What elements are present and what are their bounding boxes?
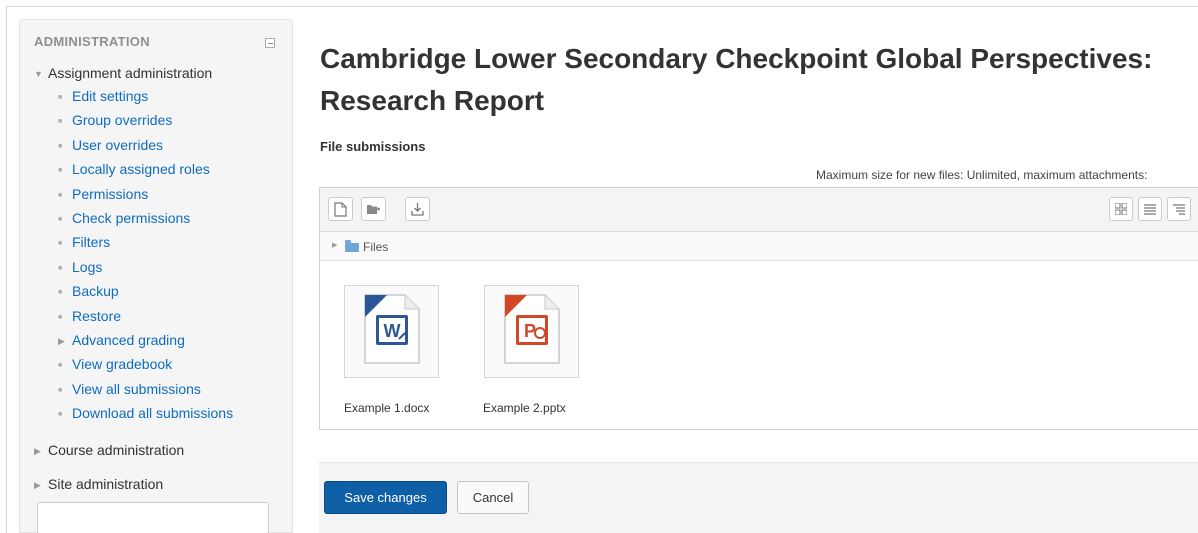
bullet-icon: ■: [58, 167, 63, 175]
sidebar-item-group-overrides[interactable]: ■ Group overrides: [58, 112, 233, 136]
svg-text:P: P: [524, 321, 536, 341]
sidebar-item-label: View all submissions: [72, 380, 201, 397]
bullet-icon: ■: [58, 118, 63, 126]
sidebar-item-check-permissions[interactable]: ■ Check permissions: [58, 210, 233, 234]
sidebar-item-locally-assigned-roles[interactable]: ■ Locally assigned roles: [58, 161, 233, 185]
bullet-icon: ■: [58, 264, 63, 272]
administration-block: ADMINISTRATION ▼ Assignment administratio…: [19, 19, 293, 533]
file-manager: ▶ Files W Example 1.docx P Example 2.ppt…: [319, 187, 1198, 430]
sidebar-item-view-gradebook[interactable]: ■ View gradebook: [58, 356, 233, 380]
collapsed-arrow-icon: ▶: [34, 446, 41, 456]
sidebar-item-backup[interactable]: ■ Backup: [58, 283, 233, 307]
tree-node-assignment-admin[interactable]: ▼ Assignment administration: [34, 65, 212, 81]
sidebar-item-label: Permissions: [72, 185, 149, 202]
sidebar-item-label: Check permissions: [72, 209, 191, 226]
tree-node-label: Course administration: [48, 442, 185, 458]
file-manager-toolbar: [320, 188, 1198, 232]
save-changes-button[interactable]: Save changes: [324, 481, 447, 514]
bullet-icon: ■: [58, 313, 63, 321]
folder-path-bar: ▶ Files: [320, 232, 1198, 261]
sidebar-item-permissions[interactable]: ■ Permissions: [58, 186, 233, 210]
sidebar-item-download-all-submissions[interactable]: ■ Download all submissions: [58, 405, 233, 429]
bullet-icon: ■: [58, 94, 63, 101]
tree-node-site-admin[interactable]: ▶ Site administration: [34, 476, 163, 492]
add-file-icon[interactable]: [328, 197, 353, 221]
file-tile-word[interactable]: W: [344, 285, 439, 378]
assignment-admin-list: ■ Edit settings ■ Group overrides ■ User ov…: [58, 88, 233, 429]
sidebar-item-edit-settings[interactable]: ■ Edit settings: [58, 88, 233, 112]
max-size-info: Maximum size for new files: Unlimited, m…: [816, 168, 1148, 182]
sidebar-item-label: User overrides: [72, 136, 164, 153]
file-name: Example 1.docx: [344, 401, 430, 415]
bullet-icon: ■: [58, 215, 63, 223]
svg-text:W: W: [384, 321, 401, 341]
path-folder-label[interactable]: Files: [363, 240, 388, 254]
page-title: Cambridge Lower Secondary Checkpoint Glo…: [320, 43, 1153, 116]
folder-icon: [345, 240, 359, 252]
sidebar-item-label: Backup: [72, 283, 119, 300]
sidebar-item-logs[interactable]: ■ Logs: [58, 259, 233, 283]
create-folder-icon[interactable]: [361, 197, 386, 221]
block-title: ADMINISTRATION: [34, 34, 150, 49]
word-document-icon: W: [364, 294, 420, 364]
sidebar-item-view-all-submissions[interactable]: ■ View all submissions: [58, 381, 233, 405]
sidebar-item-filters[interactable]: ■ Filters: [58, 234, 233, 258]
collapsed-arrow-icon: ▶: [34, 480, 41, 490]
sidebar-item-user-overrides[interactable]: ■ User overrides: [58, 137, 233, 161]
cancel-button[interactable]: Cancel: [457, 481, 529, 514]
sidebar-item-label: Restore: [72, 307, 122, 324]
expanded-arrow-icon: ▼: [34, 69, 43, 79]
bullet-icon: ■: [58, 191, 63, 199]
sidebar-item-label: Group overrides: [72, 112, 173, 129]
sidebar-item-advanced-grading[interactable]: ▶ Advanced grading: [58, 332, 233, 356]
tree-node-course-admin[interactable]: ▶ Course administration: [34, 442, 184, 458]
sidebar-item-label: View gradebook: [72, 356, 173, 373]
admin-search-input[interactable]: [37, 502, 269, 533]
bullet-icon: ■: [58, 142, 63, 150]
list-view-icon[interactable]: [1138, 197, 1162, 221]
bullet-icon: ■: [58, 240, 63, 248]
icon-view-icon[interactable]: [1109, 197, 1133, 221]
bullet-icon: ■: [58, 386, 63, 394]
sidebar-item-label: Download all submissions: [72, 405, 234, 422]
sidebar-item-restore[interactable]: ■ Restore: [58, 308, 233, 332]
tree-view-icon[interactable]: [1167, 197, 1191, 221]
sidebar-item-label: Filters: [72, 234, 111, 251]
bullet-icon: ■: [58, 289, 63, 297]
file-submissions-label: File submissions: [320, 139, 426, 154]
sidebar-item-label: Logs: [72, 258, 103, 275]
tree-node-label: Assignment administration: [48, 65, 213, 81]
form-footer: [319, 462, 1198, 533]
frame-top-border: [6, 6, 1198, 7]
expand-arrow-icon[interactable]: ▶: [332, 241, 337, 249]
tree-node-label: Site administration: [48, 476, 164, 492]
collapsed-arrow-icon: ▶: [58, 335, 65, 346]
bullet-icon: ■: [58, 362, 63, 370]
file-name: Example 2.pptx: [483, 401, 566, 415]
sidebar-item-label: Locally assigned roles: [72, 161, 210, 178]
frame-left-border: [6, 6, 7, 533]
download-icon[interactable]: [405, 197, 430, 221]
sidebar-item-label: Advanced grading: [72, 331, 185, 348]
collapse-icon[interactable]: [265, 38, 275, 48]
bullet-icon: ■: [58, 411, 63, 419]
file-tile-powerpoint[interactable]: P: [484, 285, 579, 378]
sidebar-item-label: Edit settings: [72, 88, 149, 104]
powerpoint-document-icon: P: [504, 294, 560, 364]
